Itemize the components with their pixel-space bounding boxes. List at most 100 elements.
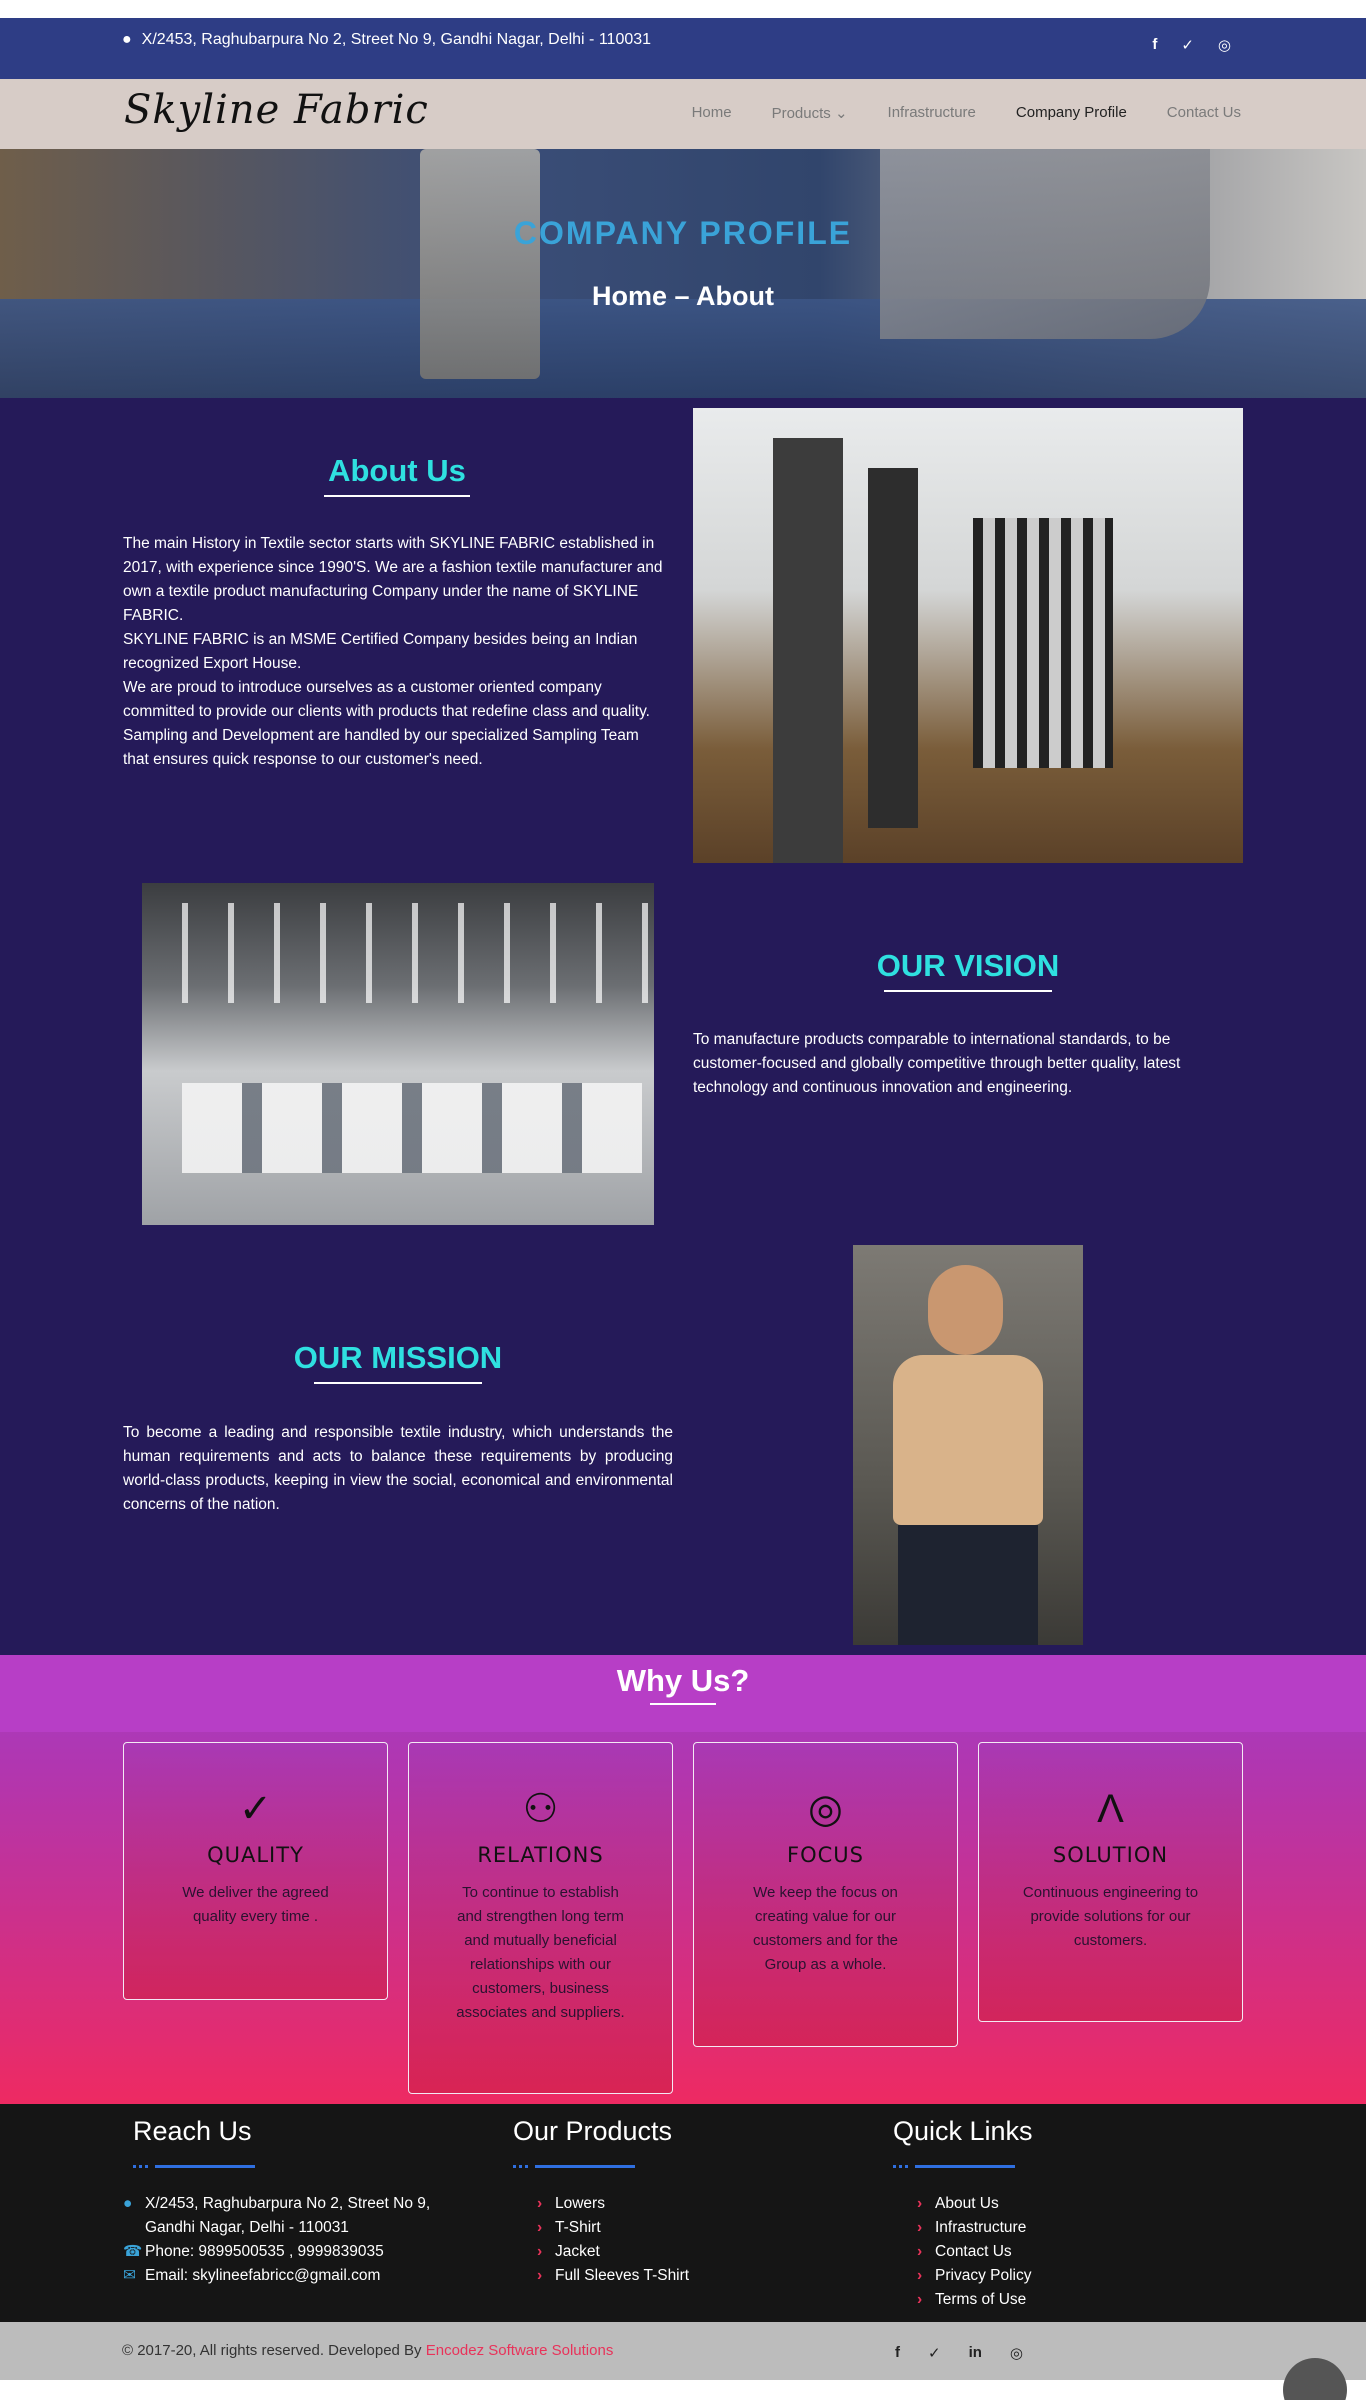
footer-products: Our Products › Lowers › T-Shirt › Jacket › F… bbox=[513, 2116, 689, 2288]
mission-title-underline bbox=[314, 1382, 482, 1384]
mission-title: OUR MISSION bbox=[288, 1340, 508, 1384]
footer-phone: ☎ Phone: 9899500535 , 9999839035 bbox=[123, 2240, 430, 2264]
why-card-title: SOLUTION bbox=[1052, 1843, 1169, 1867]
nav-item-products[interactable]: Products ⌄ bbox=[772, 104, 848, 122]
main-navbar: Skyline Fabric Home Products ⌄ Infrastru… bbox=[0, 79, 1366, 149]
footer-product-link[interactable]: › Jacket bbox=[537, 2240, 689, 2264]
location-pin-icon: ● bbox=[123, 2195, 133, 2212]
facebook-icon[interactable]: f bbox=[895, 2344, 900, 2362]
footer-phone-text: Phone: 9899500535 , 9999839035 bbox=[145, 2243, 384, 2260]
peak-icon: Λ bbox=[1097, 1787, 1124, 1831]
why-card-text: Continuous engineering to provide soluti… bbox=[1022, 1884, 1199, 1949]
top-social-links: f ✓ ◎ bbox=[1152, 36, 1231, 54]
nav-item-home[interactable]: Home bbox=[692, 104, 732, 122]
footer-quick-links: Quick Links › About Us › Infrastructure › C… bbox=[893, 2116, 1033, 2312]
footer-quick-link[interactable]: › Privacy Policy bbox=[917, 2264, 1033, 2288]
top-address: ● X/2453, Raghubarpura No 2, Street No 9… bbox=[122, 31, 651, 49]
why-us-title: Why Us? bbox=[0, 1663, 1366, 1705]
instagram-icon[interactable]: ◎ bbox=[1010, 2344, 1023, 2362]
footer-product-link[interactable]: › Full Sleeves T-Shirt bbox=[537, 2264, 689, 2288]
people-icon: ⚇ bbox=[522, 1787, 559, 1831]
site-footer: Reach Us ● X/2453, Raghubarpura No 2, St… bbox=[0, 2104, 1366, 2322]
mission-text: To become a leading and responsible text… bbox=[123, 1424, 673, 1513]
office-corridor-image bbox=[693, 408, 1243, 863]
checkmark-icon: ✓ bbox=[238, 1787, 273, 1831]
footer-address: ● X/2453, Raghubarpura No 2, Street No 9… bbox=[123, 2192, 430, 2216]
footer-product-label: T-Shirt bbox=[555, 2219, 601, 2236]
why-card-title: FOCUS bbox=[787, 1843, 864, 1867]
chevron-right-icon: › bbox=[537, 2195, 543, 2212]
twitter-icon[interactable]: ✓ bbox=[928, 2344, 941, 2362]
site-logo[interactable]: Skyline Fabric bbox=[124, 87, 429, 133]
chevron-right-icon: › bbox=[537, 2219, 543, 2236]
about-paragraph-1: The main History in Textile sector start… bbox=[123, 535, 663, 624]
footer-link-label: About Us bbox=[935, 2195, 999, 2212]
footer-product-label: Lowers bbox=[555, 2195, 605, 2212]
footer-reach-title: Reach Us bbox=[133, 2116, 252, 2146]
footer-address-line-2: Gandhi Nagar, Delhi - 110031 bbox=[145, 2219, 349, 2236]
nav-item-infrastructure[interactable]: Infrastructure bbox=[888, 104, 976, 122]
footer-quick-link[interactable]: › Infrastructure bbox=[917, 2216, 1033, 2240]
nav-item-products-label: Products bbox=[771, 105, 831, 122]
copyright-bar: © 2017-20, All rights reserved. Develope… bbox=[0, 2322, 1366, 2380]
why-card-title: RELATIONS bbox=[477, 1843, 604, 1867]
facebook-icon[interactable]: f bbox=[1152, 36, 1157, 54]
footer-quick-link[interactable]: › Terms of Use bbox=[917, 2288, 1033, 2312]
chevron-right-icon: › bbox=[917, 2219, 923, 2236]
footer-product-link[interactable]: › Lowers bbox=[537, 2192, 689, 2216]
hero-title: COMPANY PROFILE bbox=[513, 215, 853, 251]
vision-text: To manufacture products comparable to in… bbox=[693, 1031, 1181, 1096]
factory-floor-image bbox=[142, 883, 654, 1225]
footer-link-label: Privacy Policy bbox=[935, 2267, 1032, 2284]
hero-image-machine bbox=[420, 149, 540, 379]
nav-item-contact-us[interactable]: Contact Us bbox=[1167, 104, 1241, 122]
why-us-title-text: Why Us? bbox=[616, 1663, 750, 1698]
chevron-right-icon: › bbox=[917, 2267, 923, 2284]
why-card-solution: Λ SOLUTION Continuous engineering to pro… bbox=[978, 1742, 1243, 2022]
footer-social-links: f ✓ in ◎ bbox=[895, 2344, 1023, 2362]
footer-quick-link[interactable]: › About Us bbox=[917, 2192, 1033, 2216]
top-info-bar: ● X/2453, Raghubarpura No 2, Street No 9… bbox=[0, 18, 1366, 79]
chevron-right-icon: › bbox=[537, 2267, 543, 2284]
chevron-right-icon: › bbox=[537, 2243, 543, 2260]
footer-product-label: Full Sleeves T-Shirt bbox=[555, 2267, 690, 2284]
about-title: About Us bbox=[318, 453, 476, 497]
footer-link-label: Terms of Use bbox=[935, 2291, 1027, 2308]
email-icon: ✉ bbox=[123, 2267, 136, 2284]
footer-address-line-1: X/2453, Raghubarpura No 2, Street No 9, bbox=[145, 2195, 431, 2212]
chevron-right-icon: › bbox=[917, 2291, 923, 2308]
twitter-icon[interactable]: ✓ bbox=[1181, 36, 1194, 54]
footer-product-link[interactable]: › T-Shirt bbox=[537, 2216, 689, 2240]
about-paragraph-2: SKYLINE FABRIC is an MSME Certified Comp… bbox=[123, 631, 638, 672]
phone-icon: ☎ bbox=[123, 2243, 143, 2260]
hero-banner: COMPANY PROFILE Home – About bbox=[0, 149, 1366, 398]
footer-divider bbox=[893, 2165, 1033, 2168]
location-pin-icon: ● bbox=[122, 31, 132, 48]
chevron-right-icon: › bbox=[917, 2195, 923, 2212]
footer-quick-link[interactable]: › Contact Us bbox=[917, 2240, 1033, 2264]
developer-link[interactable]: Encodez Software Solutions bbox=[426, 2342, 614, 2359]
why-card-text: We deliver the agreed quality every time… bbox=[182, 1884, 329, 1925]
why-card-quality: ✓ QUALITY We deliver the agreed quality … bbox=[123, 1742, 388, 2000]
about-paragraph-3: We are proud to introduce ourselves as a… bbox=[123, 679, 650, 768]
why-card-text: We keep the focus on creating value for … bbox=[752, 1884, 899, 1973]
target-icon: ◎ bbox=[808, 1787, 843, 1831]
footer-divider bbox=[133, 2165, 430, 2168]
footer-product-label: Jacket bbox=[555, 2243, 600, 2260]
why-us-title-underline bbox=[650, 1703, 716, 1705]
model-tshirt-image bbox=[853, 1245, 1083, 1645]
vision-title: OUR VISION bbox=[868, 948, 1068, 992]
top-address-text: X/2453, Raghubarpura No 2, Street No 9, … bbox=[141, 31, 652, 48]
linkedin-icon[interactable]: in bbox=[969, 2344, 982, 2362]
footer-email[interactable]: ✉ Email: skylineefabricc@gmail.com bbox=[123, 2264, 430, 2288]
about-text: The main History in Textile sector start… bbox=[123, 532, 668, 772]
instagram-icon[interactable]: ◎ bbox=[1218, 36, 1231, 54]
why-card-focus: ◎ FOCUS We keep the focus on creating va… bbox=[693, 1742, 958, 2047]
why-card-relations: ⚇ RELATIONS To continue to establish and… bbox=[408, 1742, 673, 2094]
footer-products-title: Our Products bbox=[513, 2116, 673, 2146]
footer-email-text: Email: skylineefabricc@gmail.com bbox=[145, 2267, 381, 2284]
breadcrumb: Home – About bbox=[592, 281, 774, 311]
copyright-label: © 2017-20, All rights reserved. Develope… bbox=[122, 2342, 426, 2359]
footer-divider bbox=[513, 2165, 689, 2168]
nav-item-company-profile[interactable]: Company Profile bbox=[1016, 104, 1127, 122]
